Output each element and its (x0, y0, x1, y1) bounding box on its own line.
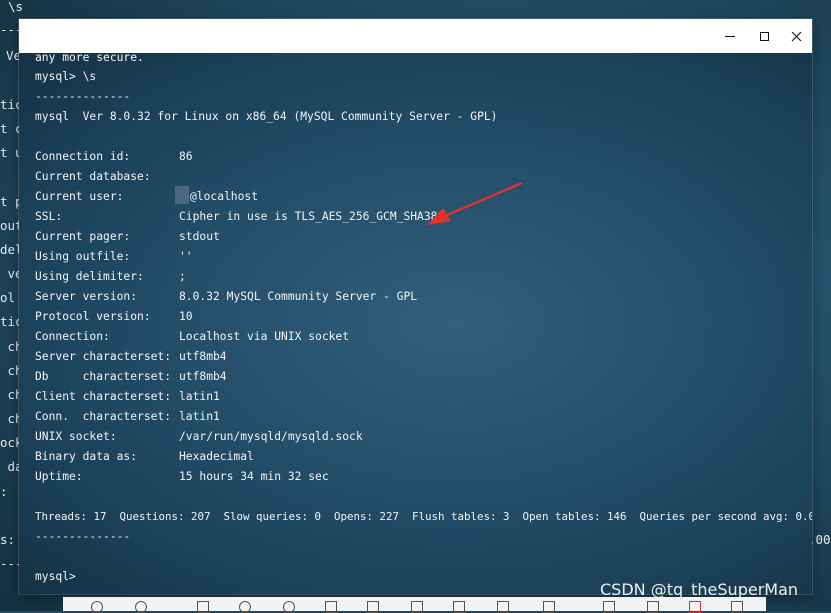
minimize-button[interactable] (713, 19, 747, 53)
status-value: latin1 (179, 390, 220, 403)
maximize-icon (759, 31, 769, 41)
status-value: 86 (179, 150, 193, 163)
status-label: Using outfile: (35, 250, 131, 263)
bg-fragment: ol (0, 290, 16, 305)
status-label: Using delimiter: (35, 270, 144, 283)
terminal-output[interactable]: any more secure. mysql> \s -------------… (19, 51, 812, 594)
status-label: Current user: (35, 190, 124, 203)
toolbar-circle-icon[interactable] (283, 601, 295, 613)
status-label: SSL: (35, 210, 63, 223)
status-value: ; (179, 270, 186, 283)
redacted-username (175, 186, 189, 204)
terminal-command-line: mysql> \s (35, 70, 97, 83)
toolbar-pin-icon[interactable] (603, 601, 615, 613)
status-label: UNIX socket: (35, 430, 117, 443)
status-label: Binary data as: (35, 450, 138, 463)
status-value: utf8mb4 (179, 350, 227, 363)
close-icon (791, 31, 801, 41)
bg-fragment: s: (0, 532, 16, 547)
terminal-line: any more secure. (35, 51, 144, 64)
status-value: latin1 (179, 410, 220, 423)
status-label: Connection id: (35, 150, 131, 163)
status-label: Server characterset: (35, 350, 172, 363)
status-label: Server version: (35, 290, 138, 303)
status-value: Localhost via UNIX socket (179, 330, 350, 343)
toolbar-square-icon[interactable] (453, 601, 465, 613)
status-value: Cipher in use is TLS_AES_256_GCM_SHA384 (179, 210, 445, 223)
toolbar-circle-icon[interactable] (91, 601, 103, 613)
terminal-separator: -------------- (35, 530, 131, 543)
red-arrow-annotation (427, 181, 523, 225)
toolbar-icon[interactable] (647, 601, 659, 613)
status-value: stdout (179, 230, 220, 243)
bg-fragment: : (0, 484, 8, 499)
toolbar-pen-icon[interactable] (367, 601, 379, 613)
toolbar-arrow-icon[interactable] (325, 601, 337, 613)
status-value: '' (179, 250, 193, 263)
status-label: Conn. characterset: (35, 410, 172, 423)
toolbar-icon[interactable] (543, 601, 555, 613)
toolbar-icon[interactable] (731, 601, 743, 613)
status-label: Protocol version: (35, 310, 151, 323)
toolbar-circle-icon[interactable] (135, 601, 147, 613)
status-value: 10 (179, 310, 193, 323)
bg-fragment: \s (8, 0, 24, 14)
terminal-window[interactable]: any more secure. mysql> \s -------------… (19, 19, 812, 594)
toolbar-square-icon[interactable] (197, 601, 209, 613)
status-value: utf8mb4 (179, 370, 227, 383)
mysql-version-line: mysql Ver 8.0.32 for Linux on x86_64 (My… (35, 110, 498, 123)
close-button[interactable] (779, 19, 812, 53)
toolbar-circle-icon[interactable] (239, 601, 251, 613)
status-label: Client characterset: (35, 390, 172, 403)
maximize-button[interactable] (747, 19, 781, 53)
status-value: /var/run/mysqld/mysqld.sock (179, 430, 363, 443)
bottom-toolbar (63, 597, 766, 613)
status-label: Current pager: (35, 230, 131, 243)
status-label: Db characterset: (35, 370, 172, 383)
mysql-prompt[interactable]: mysql> (35, 570, 76, 584)
status-label: Connection: (35, 330, 110, 343)
status-value: @localhost (190, 190, 259, 203)
toolbar-square-icon[interactable] (411, 601, 423, 613)
terminal-separator: -------------- (35, 90, 131, 103)
csdn-watermark: CSDN @tq_theSuperMan (600, 580, 799, 599)
toolbar-cancel-icon[interactable] (689, 601, 701, 613)
status-label: Uptime: (35, 470, 83, 483)
status-value: 8.0.32 MySQL Community Server - GPL (179, 290, 418, 303)
minimize-icon (725, 35, 735, 37)
toolbar-undo-icon[interactable] (497, 601, 509, 613)
status-value: 15 hours 34 min 32 sec (179, 470, 329, 483)
threads-summary-line: Threads: 17 Questions: 207 Slow queries:… (35, 510, 812, 523)
window-titlebar[interactable] (19, 19, 812, 53)
status-label: Current database: (35, 170, 151, 183)
status-value: Hexadecimal (179, 450, 254, 463)
